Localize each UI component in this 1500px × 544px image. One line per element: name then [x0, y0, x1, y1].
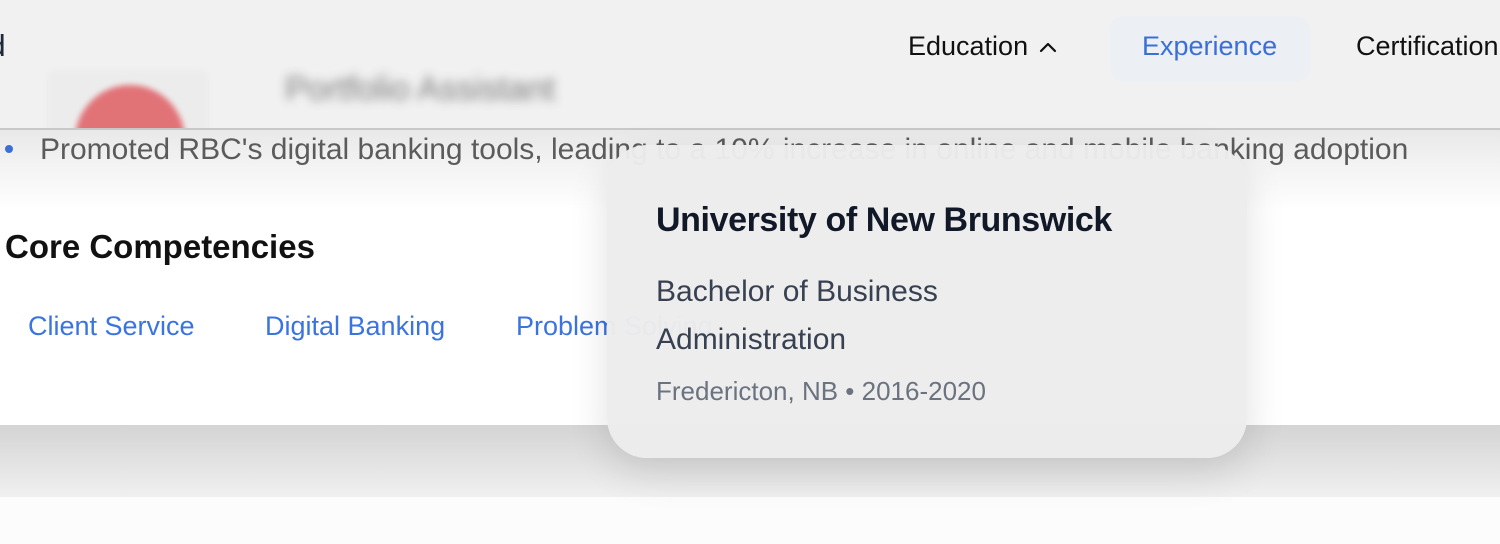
degree-name: Bachelor of Business Administration	[656, 275, 938, 356]
school-name: University of New Brunswick	[656, 201, 1112, 239]
blurred-job-title: Portfolio Assistant	[285, 70, 556, 108]
chevron-up-icon	[1039, 42, 1057, 52]
skill-chip-digital-banking[interactable]: Digital Banking	[265, 311, 445, 342]
nav-item-experience-label: Experience	[1142, 31, 1278, 61]
site-brand[interactable]: rd	[0, 28, 6, 64]
nav-item-experience[interactable]: Experience	[1142, 31, 1277, 62]
page-footer-area	[0, 497, 1500, 544]
skill-chip-client-service[interactable]: Client Service	[28, 311, 195, 342]
nav-item-certification[interactable]: Certification	[1356, 31, 1499, 62]
nav-item-certification-label: Certification	[1356, 31, 1499, 61]
top-navigation-bar: Portfolio Assistant rd Education Experie…	[0, 0, 1500, 130]
education-location-dates: Fredericton, NB • 2016-2020	[656, 376, 986, 406]
education-dropdown[interactable]: University of New Brunswick Bachelor of …	[607, 145, 1247, 458]
nav-item-education[interactable]: Education	[908, 31, 1058, 62]
nav-item-education-label: Education	[908, 31, 1029, 61]
bullet-dot-icon	[5, 145, 13, 153]
core-competencies-title: Core Competencies	[5, 228, 315, 265]
